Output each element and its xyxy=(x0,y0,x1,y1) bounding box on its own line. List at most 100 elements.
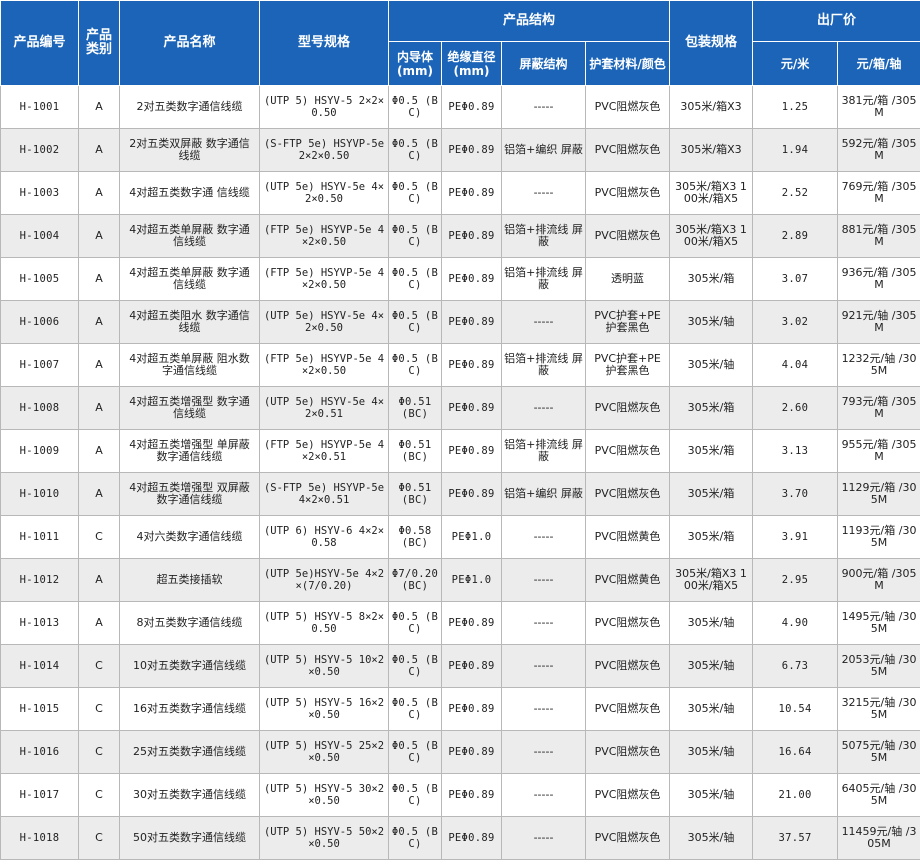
cell-shield: 铝箔+排流线 屏蔽 xyxy=(501,343,586,387)
cell-package: 305米/轴 xyxy=(669,343,754,387)
cell-insulation: PEΦ0.89 xyxy=(441,429,502,473)
cell-package: 305米/箱 xyxy=(669,257,754,301)
cell-price-box: 1232元/轴 /305M xyxy=(837,343,920,387)
cell-model: (UTP 5e)HSYV-5e 4×2×(7/0.20) xyxy=(259,558,389,602)
cell-price-box: 6405元/轴 /305M xyxy=(837,773,920,817)
cell-category: A xyxy=(78,171,120,215)
cell-shield: 铝箔+编织 屏蔽 xyxy=(501,128,586,172)
cell-package: 305米/轴 xyxy=(669,687,754,731)
cell-shield: ----- xyxy=(501,644,586,688)
cell-shield: ----- xyxy=(501,773,586,817)
cell-code: H-1005 xyxy=(0,257,79,301)
cell-price-meter: 3.07 xyxy=(752,257,839,301)
cell-sheath: PVC阻燃黄色 xyxy=(584,515,671,559)
cell-category: A xyxy=(78,558,120,602)
cell-name: 4对超五类增强型 数字通信线缆 xyxy=(119,386,260,430)
cell-inner-conductor: Φ7/0.20 (BC) xyxy=(388,558,442,602)
cell-inner-conductor: Φ0.5 (BC) xyxy=(388,85,442,129)
cell-code: H-1010 xyxy=(0,472,79,516)
cell-price-box: 2053元/轴 /305M xyxy=(837,644,920,688)
cell-name: 4对超五类增强型 单屏蔽数字通信线缆 xyxy=(119,429,260,473)
cell-price-box: 921元/轴 /305M xyxy=(837,300,920,344)
header-model: 型号规格 xyxy=(259,0,389,86)
cell-insulation: PEΦ0.89 xyxy=(441,773,502,817)
cell-code: H-1001 xyxy=(0,85,79,129)
cell-sheath: PVC阻燃灰色 xyxy=(584,730,671,774)
cell-model: (FTP 5e) HSYVP-5e 4×2×0.50 xyxy=(259,343,389,387)
cell-category: C xyxy=(78,515,120,559)
header-package: 包装规格 xyxy=(669,0,754,86)
cell-inner-conductor: Φ0.5 (BC) xyxy=(388,343,442,387)
product-price-table: 产品编号 产品类别 产品名称 型号规格 产品结构 包装规格 出厂价 内导体(mm… xyxy=(0,0,920,860)
cell-shield: ----- xyxy=(501,687,586,731)
cell-price-box: 900元/箱 /305M xyxy=(837,558,920,602)
cell-inner-conductor: Φ0.51 (BC) xyxy=(388,472,442,516)
cell-model: (UTP 5e) HSYV-5e 4×2×0.50 xyxy=(259,171,389,215)
header-unit-meter: 元/米 xyxy=(752,41,839,86)
table-row: H-1013 A 8对五类数字通信线缆 (UTP 5) HSYV-5 8×2×0.50… xyxy=(0,601,920,645)
cell-category: A xyxy=(78,386,120,430)
cell-insulation: PEΦ1.0 xyxy=(441,558,502,602)
header-shield: 屏蔽结构 xyxy=(501,41,586,86)
cell-model: (FTP 5e) HSYVP-5e 4×2×0.50 xyxy=(259,257,389,301)
cell-package: 305米/箱 xyxy=(669,386,754,430)
table-row: H-1005 A 4对超五类单屏蔽 数字通信线缆 (FTP 5e) HSYVP-5e … xyxy=(0,257,920,301)
cell-inner-conductor: Φ0.5 (BC) xyxy=(388,601,442,645)
cell-sheath: PVC阻燃灰色 xyxy=(584,816,671,860)
table-row: H-1014 C 10对五类数字通信线缆 (UTP 5) HSYV-5 10×2×0.… xyxy=(0,644,920,688)
cell-name: 10对五类数字通信线缆 xyxy=(119,644,260,688)
cell-insulation: PEΦ0.89 xyxy=(441,816,502,860)
cell-price-meter: 2.52 xyxy=(752,171,839,215)
cell-name: 4对超五类数字通 信线缆 xyxy=(119,171,260,215)
cell-package: 305米/轴 xyxy=(669,300,754,344)
cell-category: A xyxy=(78,214,120,258)
cell-package: 305米/箱 xyxy=(669,472,754,516)
cell-inner-conductor: Φ0.5 (BC) xyxy=(388,730,442,774)
header-category: 产品类别 xyxy=(78,0,120,86)
cell-shield: ----- xyxy=(501,171,586,215)
cell-name: 25对五类数字通信线缆 xyxy=(119,730,260,774)
table-row: H-1001 A 2对五类数字通信线缆 (UTP 5) HSYV-5 2×2×0.50… xyxy=(0,85,920,129)
cell-shield: ----- xyxy=(501,558,586,602)
cell-inner-conductor: Φ0.5 (BC) xyxy=(388,644,442,688)
cell-name: 50对五类数字通信线缆 xyxy=(119,816,260,860)
table-row: H-1015 C 16对五类数字通信线缆 (UTP 5) HSYV-5 16×2×0.… xyxy=(0,687,920,731)
cell-sheath: PVC阻燃灰色 xyxy=(584,773,671,817)
cell-code: H-1008 xyxy=(0,386,79,430)
cell-name: 4对超五类阻水 数字通信线缆 xyxy=(119,300,260,344)
cell-shield: ----- xyxy=(501,386,586,430)
cell-price-meter: 10.54 xyxy=(752,687,839,731)
cell-sheath: PVC阻燃灰色 xyxy=(584,472,671,516)
cell-sheath: PVC阻燃灰色 xyxy=(584,601,671,645)
cell-price-meter: 4.04 xyxy=(752,343,839,387)
cell-price-box: 1129元/箱 /305M xyxy=(837,472,920,516)
cell-name: 4对六类数字通信线缆 xyxy=(119,515,260,559)
cell-category: C xyxy=(78,687,120,731)
cell-price-box: 881元/箱 /305M xyxy=(837,214,920,258)
cell-code: H-1018 xyxy=(0,816,79,860)
cell-package: 305米/箱X3 xyxy=(669,85,754,129)
cell-price-meter: 3.91 xyxy=(752,515,839,559)
cell-insulation: PEΦ0.89 xyxy=(441,343,502,387)
cell-category: A xyxy=(78,343,120,387)
cell-inner-conductor: Φ0.5 (BC) xyxy=(388,171,442,215)
cell-insulation: PEΦ0.89 xyxy=(441,171,502,215)
cell-sheath: PVC阻燃灰色 xyxy=(584,128,671,172)
cell-shield: ----- xyxy=(501,515,586,559)
cell-insulation: PEΦ0.89 xyxy=(441,128,502,172)
header-structure: 产品结构 xyxy=(387,0,671,42)
cell-code: H-1016 xyxy=(0,730,79,774)
cell-price-box: 1495元/轴 /305M xyxy=(837,601,920,645)
cell-sheath: PVC阻燃灰色 xyxy=(584,85,671,129)
table-row: H-1008 A 4对超五类增强型 数字通信线缆 (UTP 5e) HSYV-5e 4… xyxy=(0,386,920,430)
cell-model: (FTP 5e) HSYVP-5e 4×2×0.50 xyxy=(259,214,389,258)
cell-code: H-1004 xyxy=(0,214,79,258)
cell-price-meter: 16.64 xyxy=(752,730,839,774)
table-row: H-1009 A 4对超五类增强型 单屏蔽数字通信线缆 (FTP 5e) HSYVP-… xyxy=(0,429,920,473)
cell-shield: 铝箔+排流线 屏蔽 xyxy=(501,429,586,473)
cell-inner-conductor: Φ0.5 (BC) xyxy=(388,300,442,344)
cell-price-box: 793元/箱 /305M xyxy=(837,386,920,430)
cell-price-box: 11459元/轴 /305M xyxy=(837,816,920,860)
cell-package: 305米/轴 xyxy=(669,601,754,645)
cell-shield: 铝箔+排流线 屏蔽 xyxy=(501,214,586,258)
